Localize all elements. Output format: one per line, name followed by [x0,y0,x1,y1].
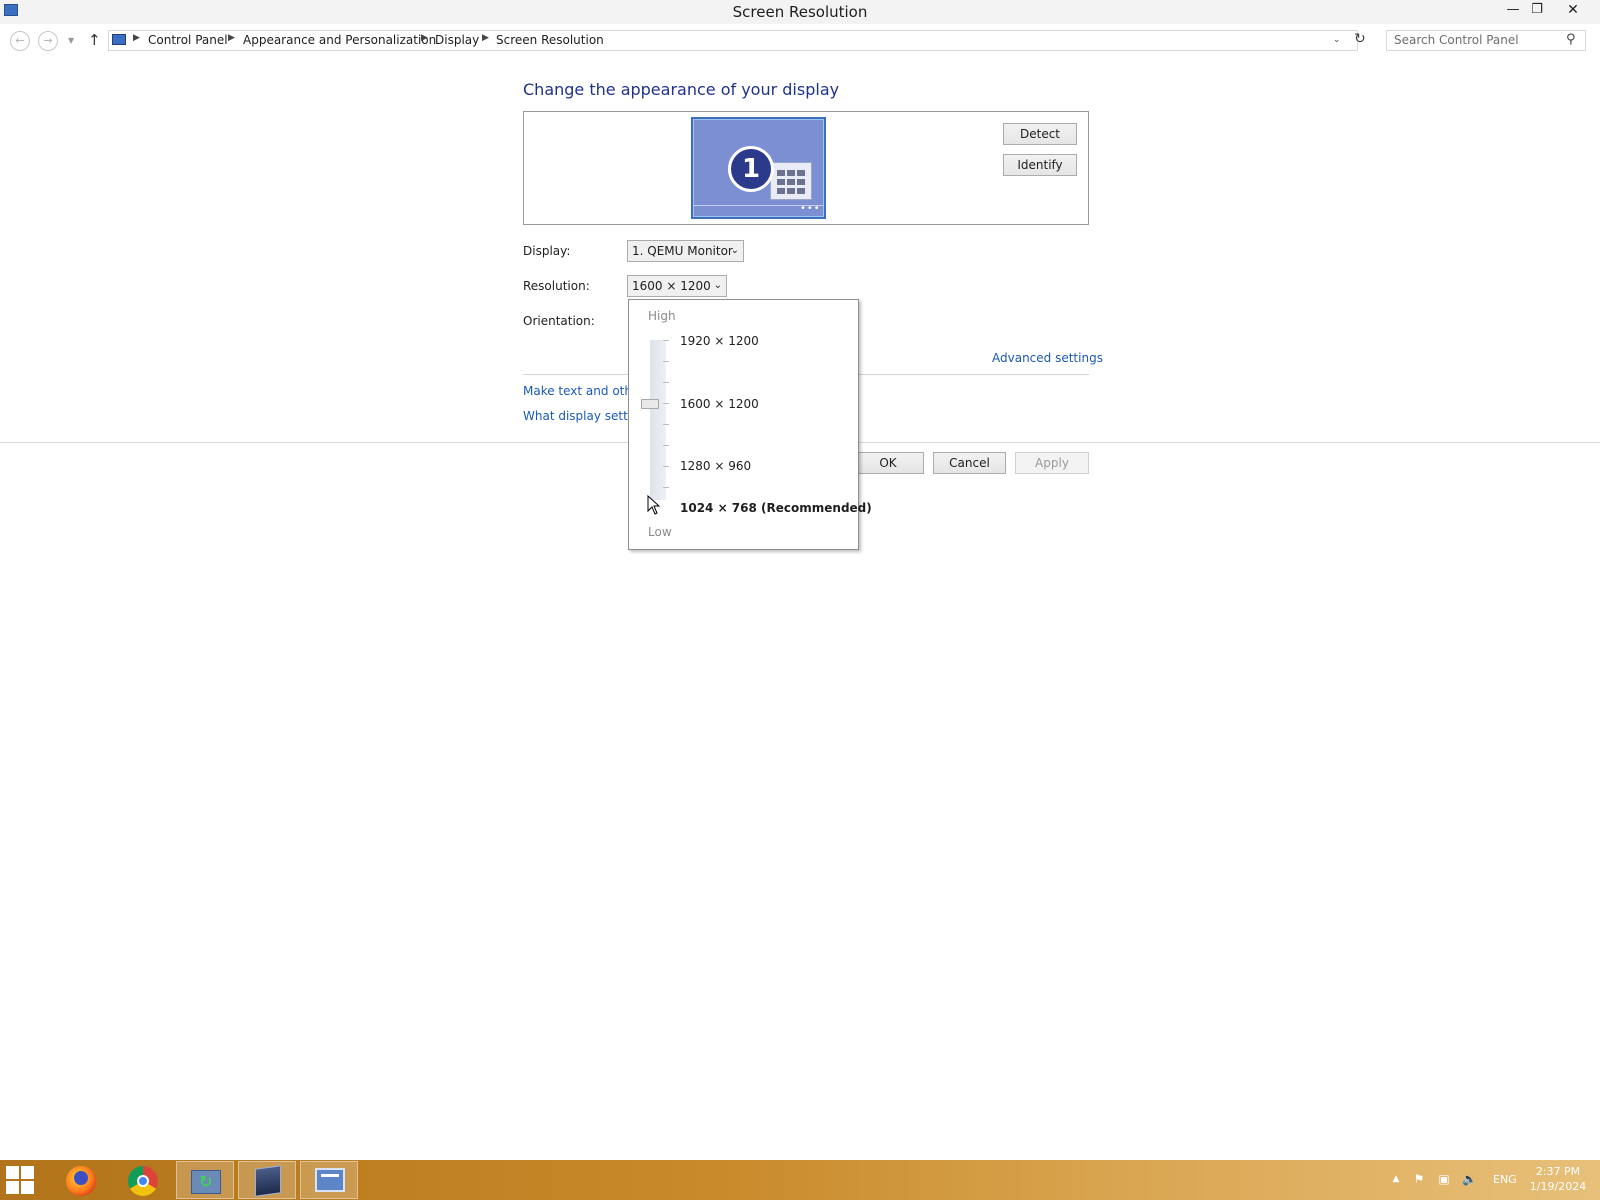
slider-tick [663,466,669,467]
slider-tick [663,340,669,341]
breadcrumb-display[interactable]: Display [435,33,479,47]
control-panel-taskbar-icon [315,1168,345,1192]
virtualbox-icon [255,1165,281,1197]
page-heading: Change the appearance of your display [523,80,840,99]
slider-low-label: Low [648,525,672,539]
control-panel-bar-shape [321,1174,339,1177]
taskbar-sync-app[interactable]: ↻ [176,1161,234,1199]
slider-tick [663,361,669,362]
search-placeholder: Search Control Panel [1394,33,1519,47]
search-icon[interactable]: ⚲ [1566,32,1576,47]
monitor-number-badge: 1 [728,146,774,192]
show-hidden-icons-chevron-icon[interactable]: ▲ [1389,1172,1403,1186]
up-arrow-icon[interactable]: ↑ [88,31,101,49]
breadcrumb-separator-icon[interactable]: ▶ [421,33,428,43]
breadcrumb-appearance[interactable]: Appearance and Personalization [243,33,436,47]
control-panel-icon [112,34,126,45]
breadcrumb-control-panel[interactable]: Control Panel [148,33,228,47]
apply-button[interactable]: Apply [1015,452,1089,474]
resolution-option-1600x1200[interactable]: 1600 × 1200 [680,397,759,411]
slider-tick [663,487,669,488]
taskbar-virtualbox[interactable] [238,1161,296,1199]
slider-tick [663,403,669,404]
forward-arrow-icon[interactable]: → [38,31,58,51]
window-title: Screen Resolution [732,3,868,21]
address-dropdown-chevron-icon[interactable]: ⌄ [1333,35,1341,45]
taskbar-control-panel[interactable] [300,1161,358,1199]
mouse-cursor-icon [647,495,661,515]
slider-high-label: High [648,309,676,323]
breadcrumb-screen-resolution[interactable]: Screen Resolution [496,33,604,47]
taskbar-firefox[interactable] [52,1161,110,1199]
resolution-option-1024x768-recommended[interactable]: 1024 × 768 (Recommended) [680,501,872,515]
start-screen-grid-icon [770,162,812,200]
firefox-globe-shape [74,1171,88,1185]
restore-button[interactable]: ❐ [1522,0,1552,22]
chevron-down-icon: ⌄ [730,245,739,256]
windows-start-icon[interactable] [6,1166,34,1194]
clock-date: 1/19/2024 [1529,1180,1587,1193]
chevron-down-icon: ⌄ [713,280,722,291]
orientation-label: Orientation: [523,314,595,328]
resolution-option-1920x1200[interactable]: 1920 × 1200 [680,334,759,348]
breadcrumb-separator-icon[interactable]: ▶ [133,33,140,43]
slider-tick [663,445,669,446]
slider-tick [663,382,669,383]
input-language-indicator[interactable]: ENG [1493,1173,1517,1186]
sync-arrows-icon: ↻ [199,1172,213,1191]
make-text-larger-link[interactable]: Make text and other [523,384,644,398]
resolution-option-1280x960[interactable]: 1280 × 960 [680,459,751,473]
network-icon[interactable]: ▣ [1437,1172,1451,1186]
display-select-value: 1. QEMU Monitor [632,244,733,258]
refresh-icon[interactable]: ↻ [1354,31,1366,47]
display-select[interactable]: 1. QEMU Monitor ⌄ [627,240,744,262]
detect-button[interactable]: Detect [1003,123,1077,145]
resolution-select[interactable]: 1600 × 1200 ⌄ [627,275,727,297]
slider-tick [663,424,669,425]
advanced-settings-link[interactable]: Advanced settings [992,351,1103,365]
resolution-label: Resolution: [523,279,590,293]
system-clock[interactable]: 2:37 PM 1/19/2024 [1520,1164,1596,1194]
chrome-center-shape [137,1175,149,1187]
breadcrumb-separator-icon[interactable]: ▶ [228,33,235,43]
ok-button[interactable]: OK [852,452,924,474]
recent-locations-chevron-icon[interactable]: ▼ [68,36,74,45]
action-center-flag-icon[interactable]: ⚑ [1412,1172,1426,1186]
volume-muted-icon[interactable]: 🔈 [1462,1172,1477,1186]
back-arrow-icon[interactable]: ← [10,31,30,51]
identify-button[interactable]: Identify [1003,154,1077,176]
monitor-dots-icon: ••• [800,203,821,214]
resolution-slider-track[interactable] [650,340,666,500]
display-label: Display: [523,244,571,258]
close-button[interactable]: ✕ [1558,0,1588,22]
taskbar-chrome[interactable] [114,1161,172,1199]
resolution-slider-thumb[interactable] [641,399,659,409]
breadcrumb-separator-icon[interactable]: ▶ [482,33,489,43]
clock-time: 2:37 PM [1535,1165,1581,1178]
resolution-select-value: 1600 × 1200 [632,279,711,293]
cancel-button[interactable]: Cancel [933,452,1006,474]
